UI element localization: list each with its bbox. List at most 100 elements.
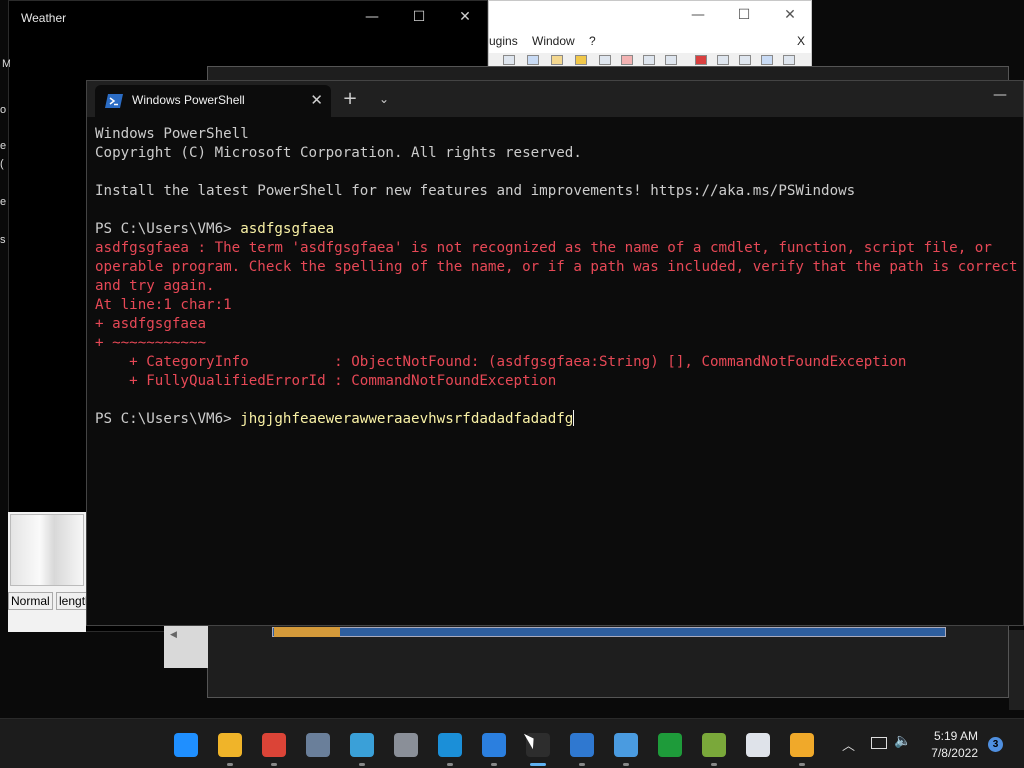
command-text[interactable]: jhgjghfeaewerawweraaevhwsrfdadadfadadfg	[240, 411, 573, 427]
background-text-fragment: e	[0, 196, 7, 208]
error-line: + FullyQualifiedErrorId : CommandNotFoun…	[95, 373, 557, 389]
command-text: asdfgsgfaea	[240, 221, 335, 237]
weather-app-icon[interactable]	[790, 733, 814, 757]
prompt-text: PS C:\Users\VM6>	[95, 411, 241, 427]
console-output[interactable]: Windows PowerShell Copyright (C) Microsof…	[95, 125, 1023, 625]
toolbar-doc-icon[interactable]	[599, 55, 611, 65]
running-indicator	[491, 763, 497, 766]
phone-icon[interactable]	[570, 733, 594, 757]
toolbar-function-icon[interactable]	[621, 55, 633, 65]
chart-app-icon[interactable]	[702, 733, 726, 757]
settings-icon[interactable]	[394, 733, 418, 757]
console-line: Windows PowerShell	[95, 126, 249, 142]
prompt-text: PS C:\Users\VM6>	[95, 221, 241, 237]
menu-close-x[interactable]: X	[797, 34, 805, 48]
show-hidden-icons-chevron-icon[interactable]: ︿	[842, 735, 855, 754]
scroll-left-icon[interactable]: ◀	[170, 630, 177, 640]
terminal-minimize-button[interactable]: —	[993, 87, 1007, 103]
menu-window[interactable]: Window	[532, 34, 575, 48]
notification-badge[interactable]: 3	[988, 737, 1003, 752]
prompt-line: PS C:\Users\VM6> jhgjghfeaewerawweraaevh…	[95, 410, 1023, 429]
weather-window-title: Weather	[21, 11, 67, 25]
background-text-fragment: M	[2, 58, 10, 70]
background-text-fragment: o	[0, 104, 7, 116]
toolbar-folder-icon[interactable]	[551, 55, 563, 65]
error-line: + ~~~~~~~~~~~	[95, 335, 207, 351]
chrome-icon[interactable]	[262, 733, 286, 757]
xbox-icon[interactable]	[658, 733, 682, 757]
close-button[interactable]: ✕	[442, 5, 488, 29]
tab-dropdown-button[interactable]: ⌄	[373, 88, 395, 110]
tab-windows-powershell[interactable]: Windows PowerShell ✕	[95, 85, 331, 117]
toolbar-run-multiple-icon[interactable]	[761, 55, 773, 65]
calculator-icon[interactable]	[306, 733, 330, 757]
toolbar-indent-icon[interactable]	[527, 55, 539, 65]
toolbar-stop-icon[interactable]	[717, 55, 729, 65]
running-indicator	[530, 763, 546, 766]
text-cursor	[573, 410, 575, 426]
clock-time[interactable]: 5:19 AM	[930, 729, 978, 743]
background-text-fragment: (	[0, 158, 4, 170]
background-window-edge	[1009, 630, 1024, 710]
minimize-button[interactable]: —	[349, 5, 395, 29]
toolbar-paragraph-icon[interactable]	[503, 55, 515, 65]
toolbar-save-macro-icon[interactable]	[783, 55, 795, 65]
network-icon[interactable]	[871, 737, 887, 749]
cards-game-icon[interactable]	[746, 733, 770, 757]
edge-icon[interactable]	[438, 733, 462, 757]
close-button[interactable]: ✕	[767, 3, 813, 27]
error-line: + asdfgsgfaea	[95, 316, 207, 332]
tab-title: Windows PowerShell	[132, 93, 245, 107]
error-line: and try again.	[95, 278, 215, 294]
background-scroll-area[interactable]: ◀	[164, 624, 208, 668]
maximize-button[interactable]: ☐	[396, 5, 442, 29]
status-bar: Normal length	[8, 592, 95, 610]
background-image-thumb	[274, 627, 340, 637]
console-line: Install the latest PowerShell for new fe…	[95, 183, 856, 199]
running-indicator	[271, 763, 277, 766]
network-globe-icon[interactable]	[350, 733, 374, 757]
clock-date[interactable]: 7/8/2022	[920, 746, 978, 760]
page-thumbnails[interactable]	[10, 514, 84, 586]
taskbar: ︿ 🔈 5:19 AM 7/8/2022 3	[0, 718, 1024, 768]
running-indicator	[711, 763, 717, 766]
new-tab-button[interactable]: +	[339, 88, 361, 110]
editor-window[interactable]: — ☐ ✕ ugins Window ? X	[488, 0, 813, 67]
error-line: At line:1 char:1	[95, 297, 232, 313]
running-indicator	[623, 763, 629, 766]
running-indicator	[799, 763, 805, 766]
calendar-icon[interactable]	[482, 733, 506, 757]
toolbar-play-icon[interactable]	[739, 55, 751, 65]
volume-icon[interactable]: 🔈	[894, 733, 911, 749]
toolbar-highlight-icon[interactable]	[575, 55, 587, 65]
menu-help[interactable]: ?	[589, 34, 596, 48]
start-icon[interactable]	[174, 733, 198, 757]
console-line: Copyright (C) Microsoft Corporation. All…	[95, 145, 582, 161]
error-line: + CategoryInfo : ObjectNotFound: (asdfgs…	[95, 354, 907, 370]
powershell-icon	[105, 94, 123, 108]
document-panel: Normal length	[8, 512, 95, 632]
tab-close-icon[interactable]: ✕	[310, 91, 323, 109]
status-normal: Normal	[8, 592, 53, 610]
terminal-window[interactable]: Windows PowerShell ✕ + ⌄ — Windows Power…	[86, 80, 1024, 626]
editor-menubar: ugins Window ? X	[489, 33, 811, 51]
running-indicator	[579, 763, 585, 766]
notepad-icon[interactable]	[614, 733, 638, 757]
error-line: operable program. Check the spelling of …	[95, 259, 1018, 275]
toolbar-folder-tree-icon[interactable]	[643, 55, 655, 65]
running-indicator	[359, 763, 365, 766]
error-line: asdfgsgfaea : The term 'asdfgsgfaea' is …	[95, 240, 992, 256]
background-text-fragment: e	[0, 140, 7, 152]
editor-toolbar	[489, 53, 811, 67]
maximize-button[interactable]: ☐	[721, 3, 767, 27]
file-explorer-icon[interactable]	[218, 733, 242, 757]
minimize-button[interactable]: —	[675, 3, 721, 27]
running-indicator	[447, 763, 453, 766]
background-image-strip	[272, 627, 946, 637]
toolbar-record-icon[interactable]	[695, 55, 707, 65]
toolbar-monitor-icon[interactable]	[665, 55, 677, 65]
menu-plugins[interactable]: ugins	[489, 34, 518, 48]
